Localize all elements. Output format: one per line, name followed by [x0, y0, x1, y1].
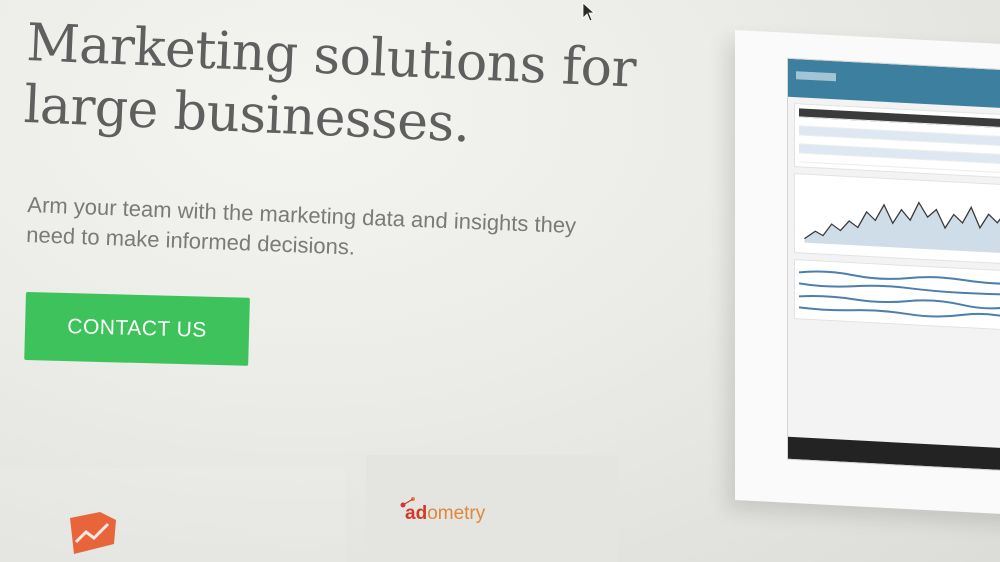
- mouse-cursor-icon: [582, 2, 596, 22]
- dashboard-device-mockup: [735, 30, 1000, 516]
- adometry-atom-icon: [400, 497, 415, 508]
- hero-subheading: Arm your team with the marketing data an…: [26, 190, 577, 271]
- dashboard-line-chart-card: [794, 173, 1000, 266]
- contact-us-button[interactable]: CONTACT US: [24, 292, 250, 366]
- google-analytics-icon: [70, 512, 116, 554]
- device-nav-bar: [788, 436, 1000, 472]
- dashboard-app-bar: [788, 58, 1000, 110]
- dashboard-table-card: [794, 103, 1000, 180]
- dashboard-logo: [796, 71, 836, 82]
- dashboard-screenshot: [787, 57, 1000, 473]
- adometry-logo-rest: ometry: [427, 503, 486, 524]
- hero-headline: Marketing solutions for large businesses…: [23, 12, 638, 162]
- dashboard-line-chart: [804, 201, 1000, 254]
- adometry-logo: adometry: [400, 497, 486, 525]
- dashboard-sparkline-card: [794, 259, 1000, 332]
- partner-tile-analytics: [0, 468, 345, 562]
